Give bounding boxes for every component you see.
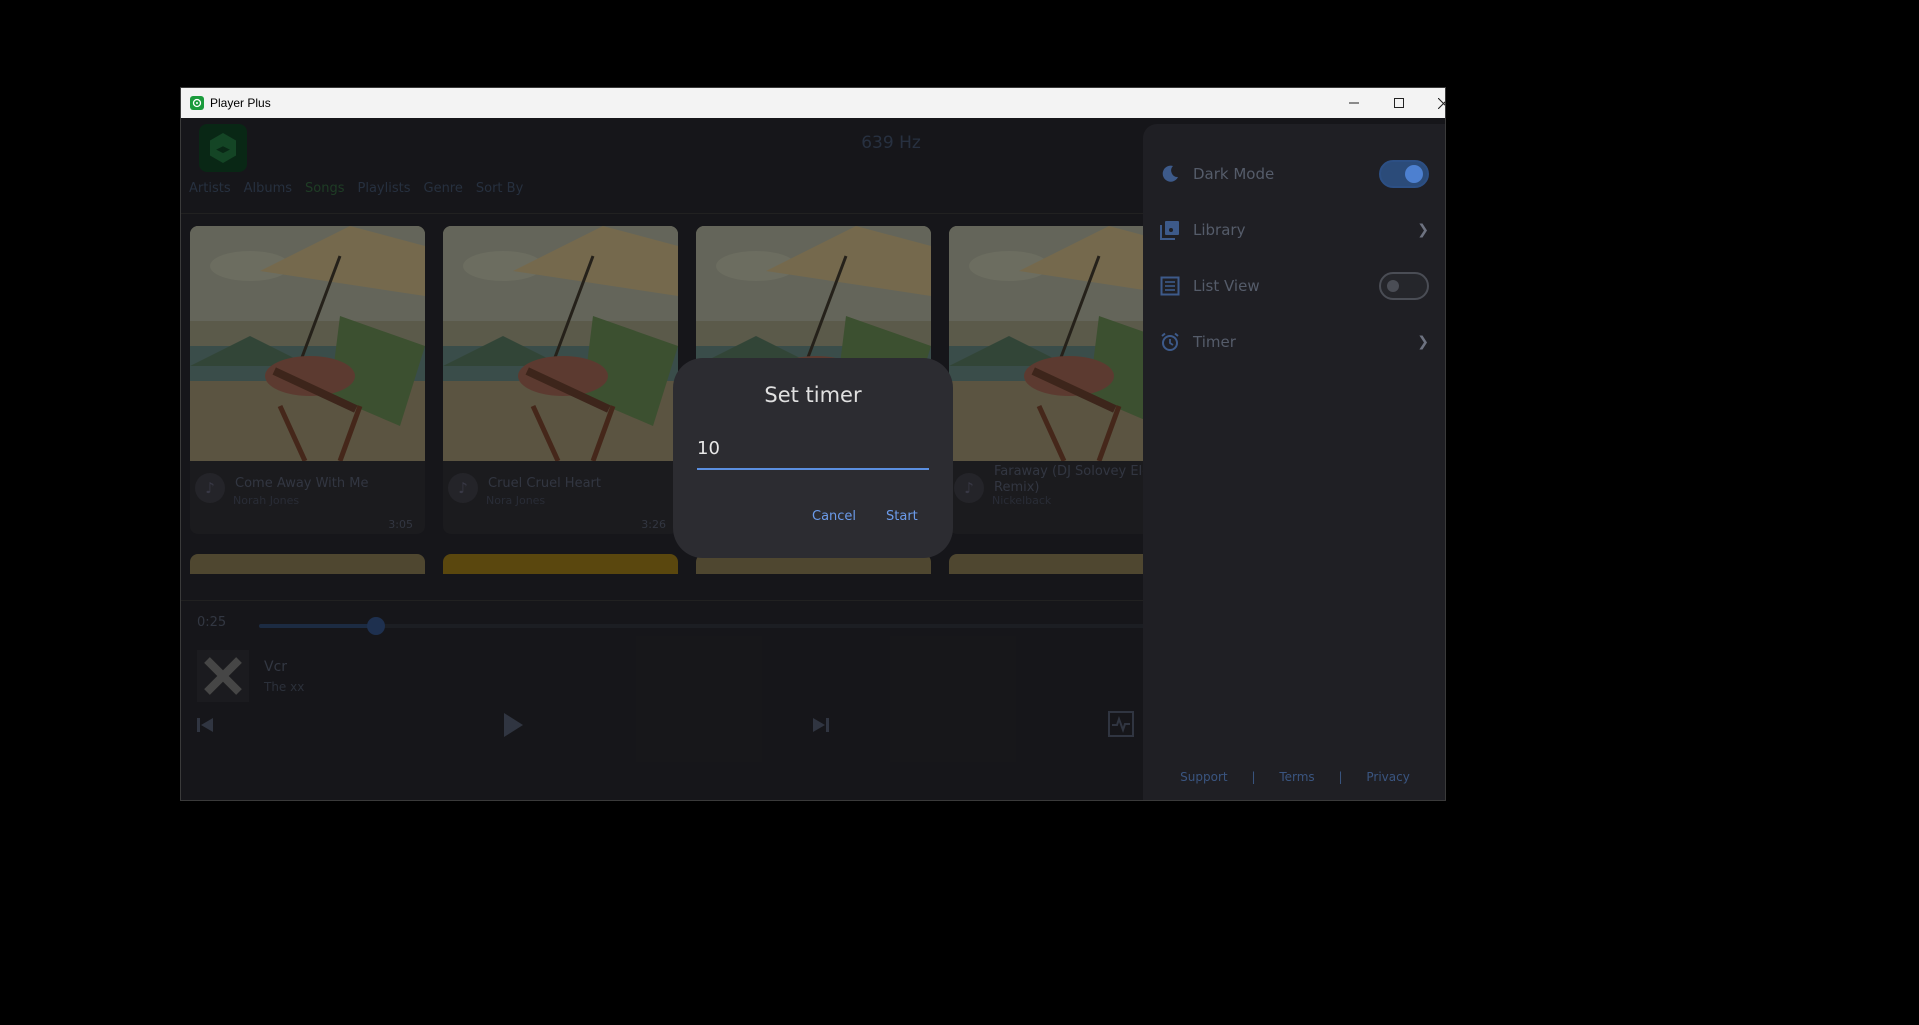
close-window-button[interactable] bbox=[1421, 88, 1445, 118]
minimize-button[interactable] bbox=[1331, 88, 1376, 118]
start-button[interactable]: Start bbox=[886, 509, 918, 524]
support-link[interactable]: Support bbox=[1180, 770, 1227, 784]
footer-separator: | bbox=[1338, 770, 1343, 784]
list-view-label: List View bbox=[1193, 277, 1260, 295]
dark-mode-row[interactable]: Dark Mode bbox=[1159, 159, 1429, 189]
alarm-clock-icon bbox=[1159, 331, 1181, 353]
timer-row[interactable]: Timer ❯ bbox=[1159, 327, 1429, 357]
chevron-right-icon: ❯ bbox=[1417, 334, 1429, 350]
drawer-footer: Support | Terms | Privacy bbox=[1143, 770, 1445, 784]
library-row[interactable]: Library ❯ bbox=[1159, 215, 1429, 245]
library-icon bbox=[1159, 219, 1181, 241]
dark-mode-toggle[interactable] bbox=[1379, 160, 1429, 188]
cancel-button[interactable]: Cancel bbox=[812, 509, 856, 524]
list-view-row[interactable]: List View bbox=[1159, 271, 1429, 301]
dark-mode-label: Dark Mode bbox=[1193, 165, 1275, 183]
maximize-icon bbox=[1393, 98, 1404, 108]
timer-minutes-input[interactable]: 10 bbox=[697, 438, 929, 470]
close-icon bbox=[1438, 97, 1445, 109]
title-bar: Player Plus bbox=[181, 88, 1445, 118]
settings-drawer: Dark Mode Library ❯ List View Timer ❯ Su bbox=[1143, 124, 1445, 800]
terms-link[interactable]: Terms bbox=[1279, 770, 1314, 784]
privacy-link[interactable]: Privacy bbox=[1366, 770, 1409, 784]
moon-icon bbox=[1159, 163, 1181, 185]
chevron-right-icon: ❯ bbox=[1417, 222, 1429, 238]
list-icon bbox=[1159, 275, 1181, 297]
minimize-icon bbox=[1348, 102, 1359, 104]
set-timer-dialog: Set timer 10 Cancel Start bbox=[673, 358, 953, 558]
list-view-toggle[interactable] bbox=[1379, 272, 1429, 300]
timer-label: Timer bbox=[1193, 333, 1236, 351]
maximize-button[interactable] bbox=[1376, 88, 1421, 118]
dialog-title: Set timer bbox=[764, 383, 862, 407]
library-label: Library bbox=[1193, 221, 1246, 239]
app-logo-icon bbox=[190, 96, 204, 110]
window-title: Player Plus bbox=[210, 96, 271, 110]
footer-separator: | bbox=[1251, 770, 1256, 784]
